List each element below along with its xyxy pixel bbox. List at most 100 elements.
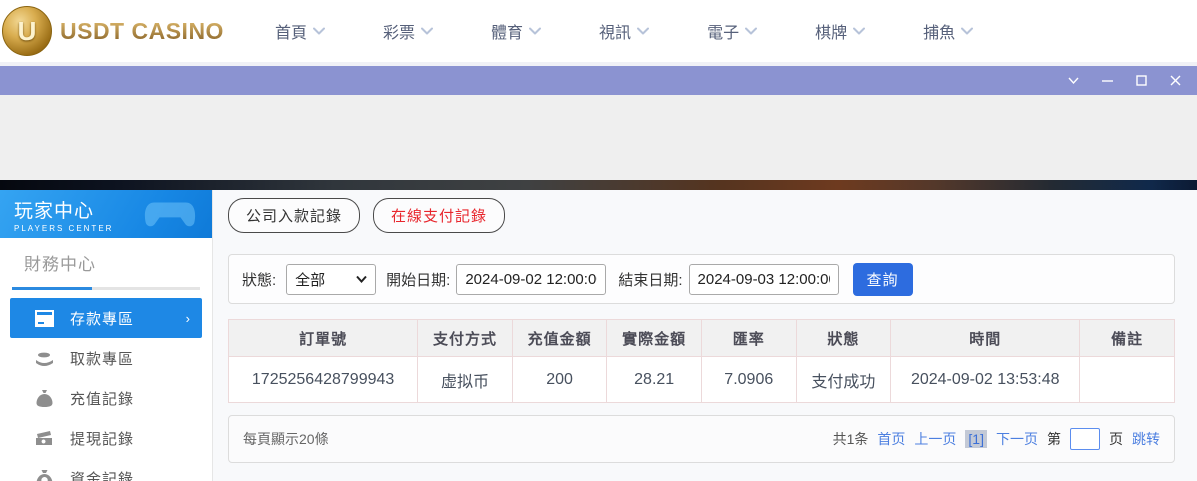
sidebar-header: 玩家中心 PLAYERS CENTER [0, 190, 212, 238]
sidebar-item-deposit-zone[interactable]: 存款專區 › [10, 298, 202, 338]
nav-item-fishing[interactable]: 捕魚 [923, 19, 973, 43]
col-order-number: 訂單號 [229, 320, 418, 357]
prev-page-link[interactable]: 上一页 [914, 429, 956, 449]
banknotes-icon [35, 430, 54, 447]
nav-item-label: 電子 [707, 19, 739, 43]
page-size-text: 每頁顯示20條 [243, 429, 329, 449]
minimize-icon[interactable] [1099, 73, 1115, 89]
cell-payment-method: 虚拟币 [418, 357, 513, 403]
cell-exchange-rate: 7.0906 [701, 357, 796, 403]
start-date-label: 開始日期: [386, 269, 450, 290]
col-status: 狀態 [796, 320, 891, 357]
nav-item-label: 首頁 [275, 19, 307, 43]
tab-company-deposit-records[interactable]: 公司入款記錄 [228, 198, 360, 233]
chevron-down-icon [421, 27, 433, 35]
gamepad-icon [142, 194, 198, 232]
jump-button[interactable]: 跳转 [1132, 429, 1160, 449]
banner-strip [0, 180, 1197, 190]
tab-online-payment-records[interactable]: 在線支付記錄 [373, 198, 505, 233]
start-date-input[interactable] [456, 264, 606, 295]
section-title: 財務中心 [12, 250, 200, 275]
main-panel: 公司入款記錄 在線支付記錄 狀態: 全部 開始日期: 結束日期: 查詢 訂單號 … [213, 190, 1197, 481]
chevron-down-icon [853, 27, 865, 35]
col-exchange-rate: 匯率 [701, 320, 796, 357]
sidebar-item-withdraw-records[interactable]: 提現記錄 [0, 418, 212, 458]
sidebar: 玩家中心 PLAYERS CENTER 財務中心 存款專區 › [0, 190, 213, 481]
cell-order-number: 1725256428799943 [229, 357, 418, 403]
table-header-row: 訂單號 支付方式 充值金額 實際金額 匯率 狀態 時間 備註 [229, 320, 1175, 357]
records-table: 訂單號 支付方式 充值金額 實際金額 匯率 狀態 時間 備註 172525642… [228, 319, 1175, 403]
sidebar-item-label: 存款專區 [70, 308, 134, 329]
section-underline [12, 287, 200, 290]
window-title-bar [0, 66, 1197, 95]
svg-text:¥: ¥ [41, 396, 47, 405]
page-number-input[interactable] [1070, 428, 1100, 450]
filter-bar: 狀態: 全部 開始日期: 結束日期: 查詢 [228, 254, 1175, 304]
nav-item-cards[interactable]: 棋牌 [815, 19, 865, 43]
col-remark: 備註 [1080, 320, 1175, 357]
cell-status: 支付成功 [796, 357, 891, 403]
pager: 共1条 首页 上一页 [1] 下一页 第 页 跳转 [833, 428, 1160, 450]
chevron-down-icon[interactable] [1065, 73, 1081, 89]
chevron-down-icon [356, 275, 367, 283]
chevron-right-icon: › [186, 311, 190, 326]
nav-item-live[interactable]: 視訊 [599, 19, 649, 43]
main-nav: 首頁 彩票 體育 視訊 電子 棋牌 捕魚 [275, 19, 973, 43]
nav-item-slots[interactable]: 電子 [707, 19, 757, 43]
brand-logo-icon: U [2, 6, 52, 56]
brand-logo[interactable]: U USDT CASINO [10, 6, 225, 56]
cell-remark [1080, 357, 1175, 403]
nav-item-label: 視訊 [599, 19, 631, 43]
cell-recharge-amount: 200 [512, 357, 607, 403]
nav-item-label: 棋牌 [815, 19, 847, 43]
col-recharge-amount: 充值金額 [512, 320, 607, 357]
search-button[interactable]: 查詢 [853, 263, 913, 296]
next-page-link[interactable]: 下一页 [996, 429, 1038, 449]
sidebar-menu: 存款專區 › 取款專區 ¥ 充值記錄 [0, 298, 212, 481]
chevron-down-icon [745, 27, 757, 35]
banner-placeholder [0, 95, 1197, 180]
current-page-indicator: [1] [965, 430, 987, 448]
status-select-value: 全部 [295, 269, 325, 290]
nav-item-label: 彩票 [383, 19, 415, 43]
logo-letter: U [18, 16, 37, 47]
jump-suffix-text: 页 [1109, 429, 1123, 449]
total-count-text: 共1条 [833, 429, 869, 449]
close-icon[interactable] [1167, 73, 1183, 89]
hand-money-icon [35, 350, 54, 367]
cell-time: 2024-09-02 13:53:48 [891, 357, 1080, 403]
status-select[interactable]: 全部 [286, 264, 376, 295]
money-bag-icon [35, 470, 54, 481]
col-payment-method: 支付方式 [418, 320, 513, 357]
nav-item-label: 捕魚 [923, 19, 955, 43]
status-label: 狀態: [242, 269, 276, 290]
sidebar-item-label: 提現記錄 [70, 428, 134, 449]
brand-name: USDT CASINO [60, 18, 224, 45]
sidebar-item-withdraw-zone[interactable]: 取款專區 [0, 338, 212, 378]
chevron-down-icon [529, 27, 541, 35]
jump-prefix-text: 第 [1047, 429, 1061, 449]
sidebar-item-recharge-records[interactable]: ¥ 充值記錄 [0, 378, 212, 418]
end-date-input[interactable] [689, 264, 839, 295]
end-date-label: 結束日期: [618, 269, 682, 290]
nav-item-lottery[interactable]: 彩票 [383, 19, 433, 43]
table-row: 1725256428799943 虚拟币 200 28.21 7.0906 支付… [229, 357, 1175, 403]
chevron-down-icon [313, 27, 325, 35]
nav-item-home[interactable]: 首頁 [275, 19, 325, 43]
maximize-icon[interactable] [1133, 73, 1149, 89]
bank-card-icon [35, 310, 54, 327]
nav-item-sports[interactable]: 體育 [491, 19, 541, 43]
cell-actual-amount: 28.21 [607, 357, 702, 403]
money-bag-icon: ¥ [35, 390, 54, 407]
sidebar-section-finance: 財務中心 [0, 238, 212, 290]
chevron-down-icon [637, 27, 649, 35]
sidebar-item-label: 取款專區 [70, 348, 134, 369]
sidebar-item-funds-records[interactable]: 資金記錄 [0, 458, 212, 481]
nav-item-label: 體育 [491, 19, 523, 43]
sidebar-item-label: 資金記錄 [70, 468, 134, 481]
first-page-link[interactable]: 首页 [877, 429, 905, 449]
pagination-bar: 每頁顯示20條 共1条 首页 上一页 [1] 下一页 第 页 跳转 [228, 415, 1175, 463]
chevron-down-icon [961, 27, 973, 35]
sidebar-item-label: 充值記錄 [70, 388, 134, 409]
col-actual-amount: 實際金額 [607, 320, 702, 357]
